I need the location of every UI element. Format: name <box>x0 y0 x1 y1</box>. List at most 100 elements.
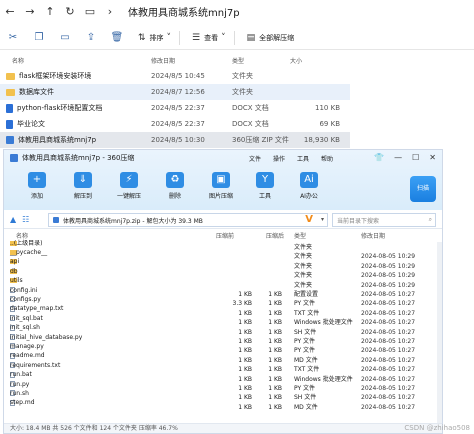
entry-name-text: run.sh <box>10 389 29 397</box>
entry-name-text: step.md <box>10 399 35 407</box>
search-input[interactable]: 当前目录下搜索 ⌕ <box>332 213 436 227</box>
cut-icon[interactable]: ✂ <box>0 32 26 43</box>
file-row[interactable]: flask框架环境安装环境 2024/8/5 10:45 文件夹 <box>0 68 350 84</box>
archive-row[interactable]: run.sh 1 KB 1 KB SH 文件 2024-08-05 10:27 <box>4 390 442 402</box>
tool-add[interactable]: + 添加 <box>12 172 62 200</box>
archive-row[interactable]: readme.md 1 KB 1 KB MD 文件 2024-08-05 10:27 <box>4 352 442 365</box>
tool-image-compress[interactable]: ▣ 图片压缩 <box>196 172 246 200</box>
tool-image-compress-label: 图片压缩 <box>208 193 233 200</box>
col-size[interactable]: 大小 <box>290 56 302 65</box>
tool-extract-to-label: 解压到 <box>73 193 92 200</box>
zcol-date[interactable]: 修改日期 <box>361 231 385 240</box>
folder-icon <box>6 88 15 96</box>
archive-row[interactable]: initial_hive_database.py 1 KB 1 KB PY 文件 202… <box>4 334 442 346</box>
maximize-icon[interactable]: ☐ <box>412 153 419 162</box>
entry-type: 文件夹 <box>294 272 313 280</box>
entry-date: 2024-08-05 10:27 <box>361 338 416 345</box>
entry-type: PY 文件 <box>294 300 316 308</box>
archive-row[interactable]: ..(上级目录) 文件夹 <box>4 240 442 252</box>
tool-delete[interactable]: ♻ 删除 <box>150 172 200 200</box>
view-button[interactable]: ☰ 查看 ˅ <box>192 33 230 43</box>
entry-csize: 3.3 KB <box>232 300 253 308</box>
archive-row[interactable]: api 文件夹 2024-08-05 10:29 <box>4 258 442 271</box>
entry-type: SH 文件 <box>294 328 317 336</box>
entry-type: PY 文件 <box>294 385 316 392</box>
zcol-psize[interactable]: 压缩后 <box>266 231 284 240</box>
up-icon[interactable]: ↑ <box>40 5 60 18</box>
zip-title-text: 体教用具商城系统mnj7p - 360压缩 <box>22 154 135 162</box>
archive-row[interactable]: db 文件夹 2024-08-05 10:29 <box>4 268 442 280</box>
archive-row[interactable]: __pycache__ 文件夹 2024-08-05 10:29 <box>4 249 442 261</box>
archive-row[interactable]: step.md 1 KB 1 KB MD 文件 2024-08-05 10:27 <box>4 399 442 412</box>
divider <box>233 30 235 45</box>
entry-name-text: run.bat <box>10 371 32 379</box>
path-box[interactable]: 体教用具商城系统mnj7p.zip - 解包大小为 39.3 MB V ▾ <box>48 213 328 227</box>
entry-date: 2024-08-05 10:29 <box>361 262 416 270</box>
refresh-icon[interactable]: ↻ <box>60 5 80 18</box>
tool-extract-to[interactable]: ⇓ 解压到 <box>58 172 108 200</box>
close-icon[interactable]: ✕ <box>429 153 436 162</box>
forward-icon[interactable]: → <box>20 5 40 18</box>
archive-row[interactable]: config.ini 1 KB 1 KB 配置设置 2024-08-05 10:27 <box>4 287 442 299</box>
sort-button[interactable]: ⇅ 排序 ˅ <box>138 33 175 43</box>
view-mode-icon[interactable]: ☷ <box>22 215 29 224</box>
file-row[interactable]: python-flask环境配置文档 2024/8/5 22:37 DOCX 文档 1… <box>0 100 350 116</box>
col-type[interactable]: 类型 <box>232 56 244 65</box>
window-controls: 👕 — ☐ ✕ <box>364 153 436 162</box>
chevron-down-icon[interactable]: ▾ <box>321 216 324 223</box>
entry-date: 2024-08-05 10:27 <box>361 309 416 317</box>
entry-date: 2024-08-05 10:27 <box>361 356 416 364</box>
archive-row[interactable]: init_sql.bat 1 KB 1 KB Windows 批处理文件 2024-08… <box>4 315 442 327</box>
file-row[interactable]: 体教用具商城系统mnj7p 2024/8/5 10:30 360压缩 ZIP 文件 1… <box>0 132 350 148</box>
scan-button[interactable]: 扫描 <box>410 176 436 202</box>
col-name[interactable]: 名称 <box>12 56 24 65</box>
file-row[interactable]: 毕业论文 2024/8/5 22:37 DOCX 文档 69 KB <box>0 116 350 132</box>
entry-psize: 1 KB <box>268 319 282 327</box>
menu-tools[interactable]: 工具 <box>297 154 309 163</box>
skin-icon[interactable]: 👕 <box>374 153 384 162</box>
entry-name-text: __pycache__ <box>10 248 48 256</box>
zcol-csize[interactable]: 压缩前 <box>216 231 234 240</box>
entry-name-text: ..(上级目录) <box>10 239 43 247</box>
file-row[interactable]: 数据库文件 2024/8/7 12:56 文件夹 <box>0 84 350 100</box>
document-icon <box>6 103 13 113</box>
tool-tools-label: 工具 <box>258 193 271 200</box>
entry-name-text: db <box>10 267 18 275</box>
extract-all-button[interactable]: ▤ 全部解压缩 <box>247 33 295 43</box>
tool-ai-office[interactable]: Ai AI办公 <box>284 172 334 200</box>
status-bar: 大小: 18.4 MB 共 526 个文件和 124 个文件夹 压缩率 46.7… <box>4 423 442 433</box>
archive-row[interactable]: configs.py 3.3 KB 1 KB PY 文件 2024-08-05 10:2… <box>4 296 442 308</box>
scrollbar[interactable] <box>437 242 442 424</box>
col-date[interactable]: 修改日期 <box>151 56 175 65</box>
file-type: 文件夹 <box>232 72 253 80</box>
monitor-icon[interactable]: ▭ <box>80 5 100 18</box>
archive-row[interactable]: manage.py 1 KB 1 KB PY 文件 2024-08-05 10:27 <box>4 343 442 355</box>
menu-help[interactable]: 帮助 <box>321 154 333 163</box>
archive-row[interactable]: requirements.txt 1 KB 1 KB TXT 文件 2024-08-05… <box>4 362 442 374</box>
entry-psize: 1 KB <box>268 291 282 298</box>
entry-name-text: utils <box>10 277 23 285</box>
minimize-icon[interactable]: — <box>394 153 402 162</box>
archive-row[interactable]: run.bat 1 KB 1 KB Windows 批处理文件 2024-08-05 1… <box>4 371 442 384</box>
file-name-text: flask框架环境安装环境 <box>19 72 92 80</box>
entry-psize: 1 KB <box>268 366 282 374</box>
up-folder-icon[interactable]: ▲ <box>10 215 16 224</box>
archive-row[interactable]: datatype_map.txt 1 KB 1 KB TXT 文件 2024-08-05… <box>4 305 442 318</box>
zip-path-bar: ▲ ☷ 体教用具商城系统mnj7p.zip - 解包大小为 39.3 MB V … <box>4 211 442 229</box>
rename-icon[interactable]: ▭ <box>52 32 78 43</box>
zcol-type[interactable]: 类型 <box>294 231 306 240</box>
menu-file[interactable]: 文件 <box>249 154 261 163</box>
archive-row[interactable]: run.py 1 KB 1 KB PY 文件 2024-08-05 10:27 <box>4 381 442 393</box>
back-icon[interactable]: ← <box>0 5 20 18</box>
tool-one-click-extract[interactable]: ⚡ 一键解压 <box>104 172 154 200</box>
tool-tools[interactable]: Y 工具 <box>240 172 290 200</box>
copy-icon[interactable]: ❐ <box>26 32 52 43</box>
delete-icon[interactable]: 🗑 <box>104 32 130 43</box>
share-icon[interactable]: ⇪ <box>78 32 104 43</box>
entry-date: 2024-08-05 10:27 <box>361 403 416 411</box>
entry-name-text: configs.py <box>10 295 41 303</box>
archive-row[interactable]: utils 文件夹 2024-08-05 10:29 <box>4 277 442 290</box>
menu-action[interactable]: 操作 <box>273 154 285 163</box>
search-icon[interactable]: ⌕ <box>429 216 432 224</box>
entry-csize: 1 KB <box>238 375 252 383</box>
